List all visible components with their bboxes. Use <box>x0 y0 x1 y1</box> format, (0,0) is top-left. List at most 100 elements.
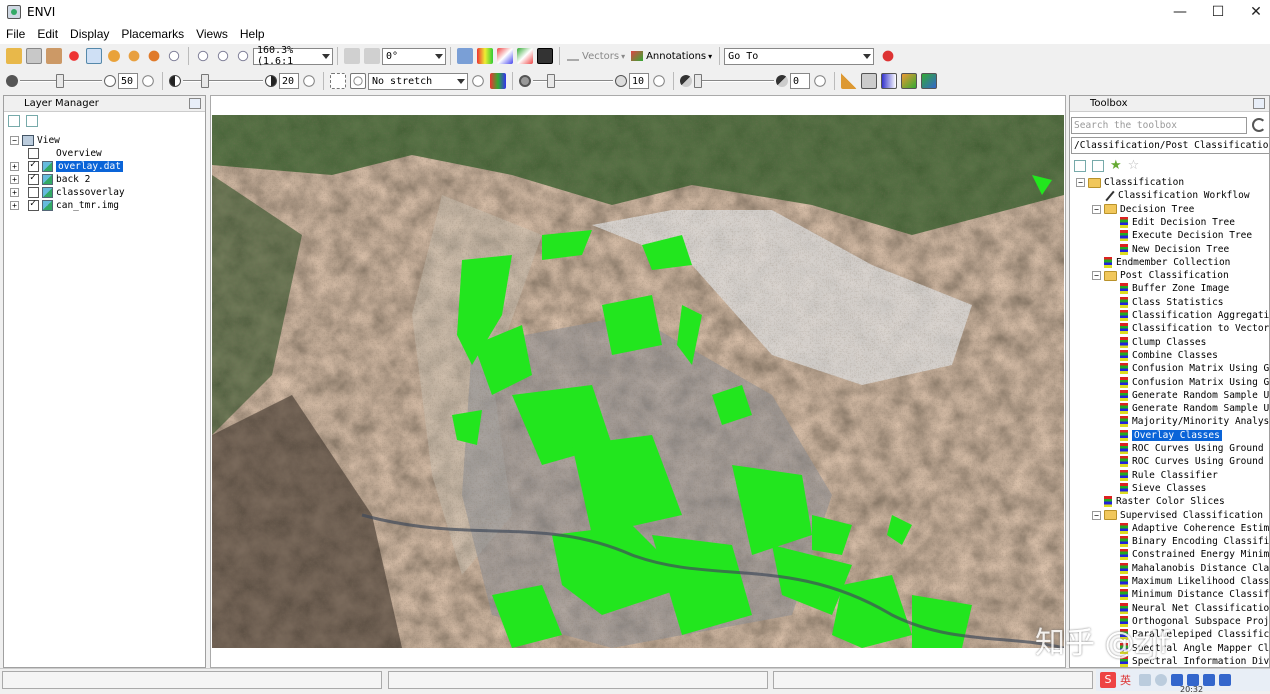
collapse-toggle[interactable]: − <box>1092 204 1101 214</box>
collapse-all-icon[interactable] <box>8 115 20 127</box>
toolbox-item[interactable]: Classification to Vector <box>1108 322 1269 335</box>
layer-icon[interactable] <box>46 48 62 64</box>
menu-file[interactable]: File <box>0 27 31 41</box>
ime-language[interactable]: 英 <box>1120 672 1131 688</box>
brightness-slider-thumb[interactable] <box>56 74 64 88</box>
refresh-icon[interactable] <box>1252 118 1266 132</box>
pin-panel-icon[interactable] <box>1253 98 1265 109</box>
zoom-out-icon[interactable] <box>215 48 231 64</box>
zoom-icon[interactable] <box>166 48 182 64</box>
zoom-combo[interactable]: 160.3% (1.6:1 <box>253 45 333 67</box>
maximize-button[interactable]: ☐ <box>1198 0 1238 24</box>
transparency-value[interactable]: 0 <box>790 73 810 89</box>
spectral-profile-icon[interactable] <box>477 48 493 64</box>
data-manager-icon[interactable] <box>26 48 42 64</box>
expand-toggle[interactable]: + <box>10 188 19 197</box>
toolbox-item[interactable]: Sieve Classes <box>1108 482 1206 495</box>
export-image-icon[interactable] <box>861 73 877 89</box>
select-cursor-icon[interactable] <box>86 48 102 64</box>
transparency-slider[interactable] <box>694 73 774 89</box>
toolbox-item[interactable]: Binary Encoding Classificat <box>1108 535 1269 548</box>
toolbox-icon[interactable] <box>1219 674 1231 686</box>
layer-visibility-checkbox[interactable] <box>28 198 39 211</box>
toolbox-item[interactable]: Classification Workflow <box>1092 189 1250 202</box>
chip-to-file-icon[interactable] <box>901 73 917 89</box>
remove-favorite-icon[interactable]: ☆ <box>1128 158 1140 173</box>
expand-all-icon[interactable] <box>26 115 38 127</box>
sharpen-value[interactable]: 10 <box>629 73 649 89</box>
sharpen-slider[interactable] <box>533 73 613 89</box>
toolbox-item[interactable]: New Decision Tree <box>1108 243 1229 256</box>
brightness-slider[interactable] <box>20 73 102 89</box>
contrast-slider[interactable] <box>183 73 263 89</box>
layer-visibility-checkbox[interactable] <box>28 159 39 172</box>
toolbox-folder[interactable]: − Supervised Classification <box>1092 509 1263 522</box>
layer-item[interactable]: + back 2 <box>10 172 90 186</box>
toolbox-item[interactable]: ROC Curves Using Ground Tru <box>1108 455 1269 468</box>
brightness-value[interactable]: 50 <box>118 73 138 89</box>
expand-toggle[interactable]: + <box>10 201 19 210</box>
toolbox-item[interactable]: ROC Curves Using Ground Tru <box>1108 442 1269 455</box>
add-favorite-icon[interactable]: ★ <box>1110 158 1122 173</box>
layer-visibility-checkbox[interactable] <box>28 172 39 185</box>
cursor-value-icon[interactable] <box>517 48 533 64</box>
tree-view-root[interactable]: − View <box>10 134 60 147</box>
menu-edit[interactable]: Edit <box>31 27 64 41</box>
menu-help[interactable]: Help <box>234 27 271 41</box>
rotate-right-icon[interactable] <box>364 48 380 64</box>
collapse-toggle[interactable]: − <box>1092 510 1101 520</box>
zoom-full-icon[interactable] <box>235 48 251 64</box>
toolbox-item[interactable]: Class Statistics <box>1108 296 1224 309</box>
overview-checkbox[interactable] <box>28 148 39 159</box>
chip-to-google-earth-icon[interactable] <box>921 73 937 89</box>
toolbox-search-input[interactable]: Search the toolbox <box>1071 117 1247 134</box>
rotate-icon[interactable] <box>146 48 162 64</box>
toolbox-item[interactable]: Neural Net Classification <box>1108 602 1269 615</box>
sogou-icon[interactable]: S <box>1100 672 1116 688</box>
toolbox-item[interactable]: Execute Decision Tree <box>1108 229 1252 242</box>
open-file-icon[interactable] <box>6 48 22 64</box>
line-profile-icon[interactable] <box>497 48 513 64</box>
toolbox-item[interactable]: Maximum Likelihood Classifi <box>1108 575 1269 588</box>
menu-placemarks[interactable]: Placemarks <box>115 27 190 41</box>
refresh-icon[interactable] <box>140 73 156 89</box>
crosshair-icon[interactable] <box>457 48 473 64</box>
expand-toggle[interactable]: + <box>10 175 19 184</box>
toolbox-folder[interactable]: − Decision Tree <box>1092 203 1194 216</box>
vectors-dropdown[interactable]: Vectors ▾ <box>567 51 625 62</box>
layer-item[interactable]: + classoverlay <box>10 186 125 199</box>
portal-icon[interactable] <box>537 48 553 64</box>
toolbox-item[interactable]: Clump Classes <box>1108 336 1206 349</box>
toolbox-item[interactable]: Classification Aggregation <box>1108 309 1269 322</box>
toolbox-item[interactable]: Confusion Matrix Using Grou <box>1108 376 1269 389</box>
toolbox-item[interactable]: Confusion Matrix Using Grou <box>1108 362 1269 375</box>
rotation-combo[interactable]: 0° <box>382 47 446 65</box>
toolbox-item[interactable]: Constrained Energy Minimiza <box>1108 548 1269 561</box>
pan-hand-icon[interactable] <box>106 48 122 64</box>
refresh-icon[interactable] <box>301 73 317 89</box>
toolbox-item[interactable]: Combine Classes <box>1108 349 1218 362</box>
skin-icon[interactable] <box>1203 674 1215 686</box>
toolbox-folder[interactable]: − Post Classification <box>1092 269 1229 282</box>
collapse-toggle[interactable]: − <box>1092 271 1101 281</box>
punctuation-icon[interactable] <box>1139 674 1151 686</box>
toolbox-path-field[interactable]: /Classification/Post Classification/Over <box>1071 137 1269 154</box>
annotations-dropdown[interactable]: Annotations ▾ <box>631 51 712 62</box>
menu-views[interactable]: Views <box>190 27 234 41</box>
toolbox-item[interactable]: Rule Classifier <box>1108 469 1218 482</box>
expand-all-icon[interactable] <box>1092 159 1104 172</box>
stretch-region-icon[interactable] <box>330 73 346 89</box>
emoji-icon[interactable] <box>1155 674 1167 686</box>
collapse-all-icon[interactable] <box>1074 159 1086 172</box>
goto-combo[interactable]: Go To <box>724 47 875 65</box>
toolbox-item[interactable]: Edit Decision Tree <box>1108 216 1235 229</box>
contrast-value[interactable]: 20 <box>279 73 299 89</box>
zoom-in-icon[interactable] <box>195 48 211 64</box>
menu-display[interactable]: Display <box>64 27 115 41</box>
toolbox-item[interactable]: Minimum Distance Classifica <box>1108 588 1269 601</box>
toolbox-item[interactable]: Raster Color Slices <box>1092 495 1225 508</box>
toolbox-folder[interactable]: − Classification <box>1076 176 1184 189</box>
chip-display-icon[interactable] <box>841 73 857 89</box>
toolbox-item[interactable]: Majority/Minority Analysis <box>1108 415 1269 428</box>
layer-item[interactable]: + can_tmr.img <box>10 198 119 212</box>
